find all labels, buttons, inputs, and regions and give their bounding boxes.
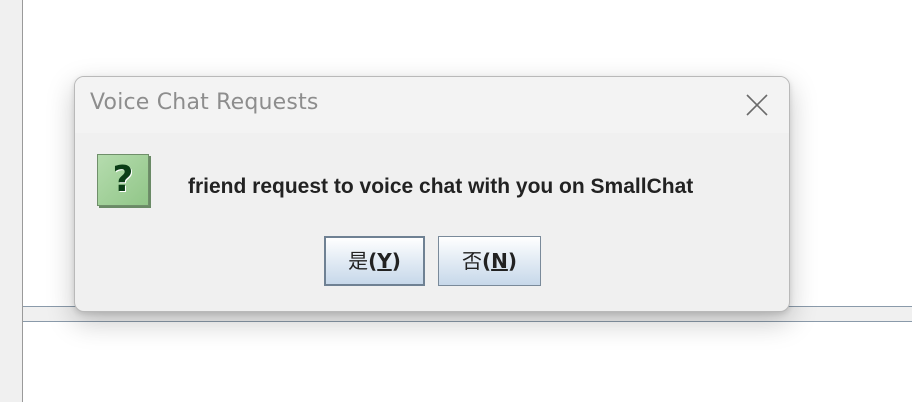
yes-button-label: 是 [348, 249, 369, 273]
no-button-label: 否 [461, 249, 482, 273]
dialog-title: Voice Chat Requests [90, 90, 319, 115]
dialog-message: friend request to voice chat with you on… [188, 175, 694, 198]
no-button-paren-open: ( [481, 249, 492, 273]
yes-button-paren-close: ) [391, 249, 401, 273]
no-button-mnemonic: N [491, 249, 508, 273]
yes-button[interactable]: 是(Y) [324, 236, 425, 286]
background-input-panel [23, 322, 912, 402]
yes-button-mnemonic: Y [377, 249, 392, 273]
question-icon: ? [97, 154, 149, 206]
close-icon [746, 94, 768, 116]
question-mark-glyph: ? [112, 159, 134, 200]
no-button[interactable]: 否(N) [438, 236, 541, 286]
background-window-left-edge [0, 0, 22, 402]
yes-button-paren-open: ( [368, 249, 378, 273]
no-button-paren-close: ) [507, 249, 518, 273]
close-button[interactable] [743, 91, 771, 119]
voice-chat-request-dialog: Voice Chat Requests ? friend request to … [74, 76, 790, 312]
dialog-title-bar[interactable]: Voice Chat Requests [75, 77, 789, 133]
